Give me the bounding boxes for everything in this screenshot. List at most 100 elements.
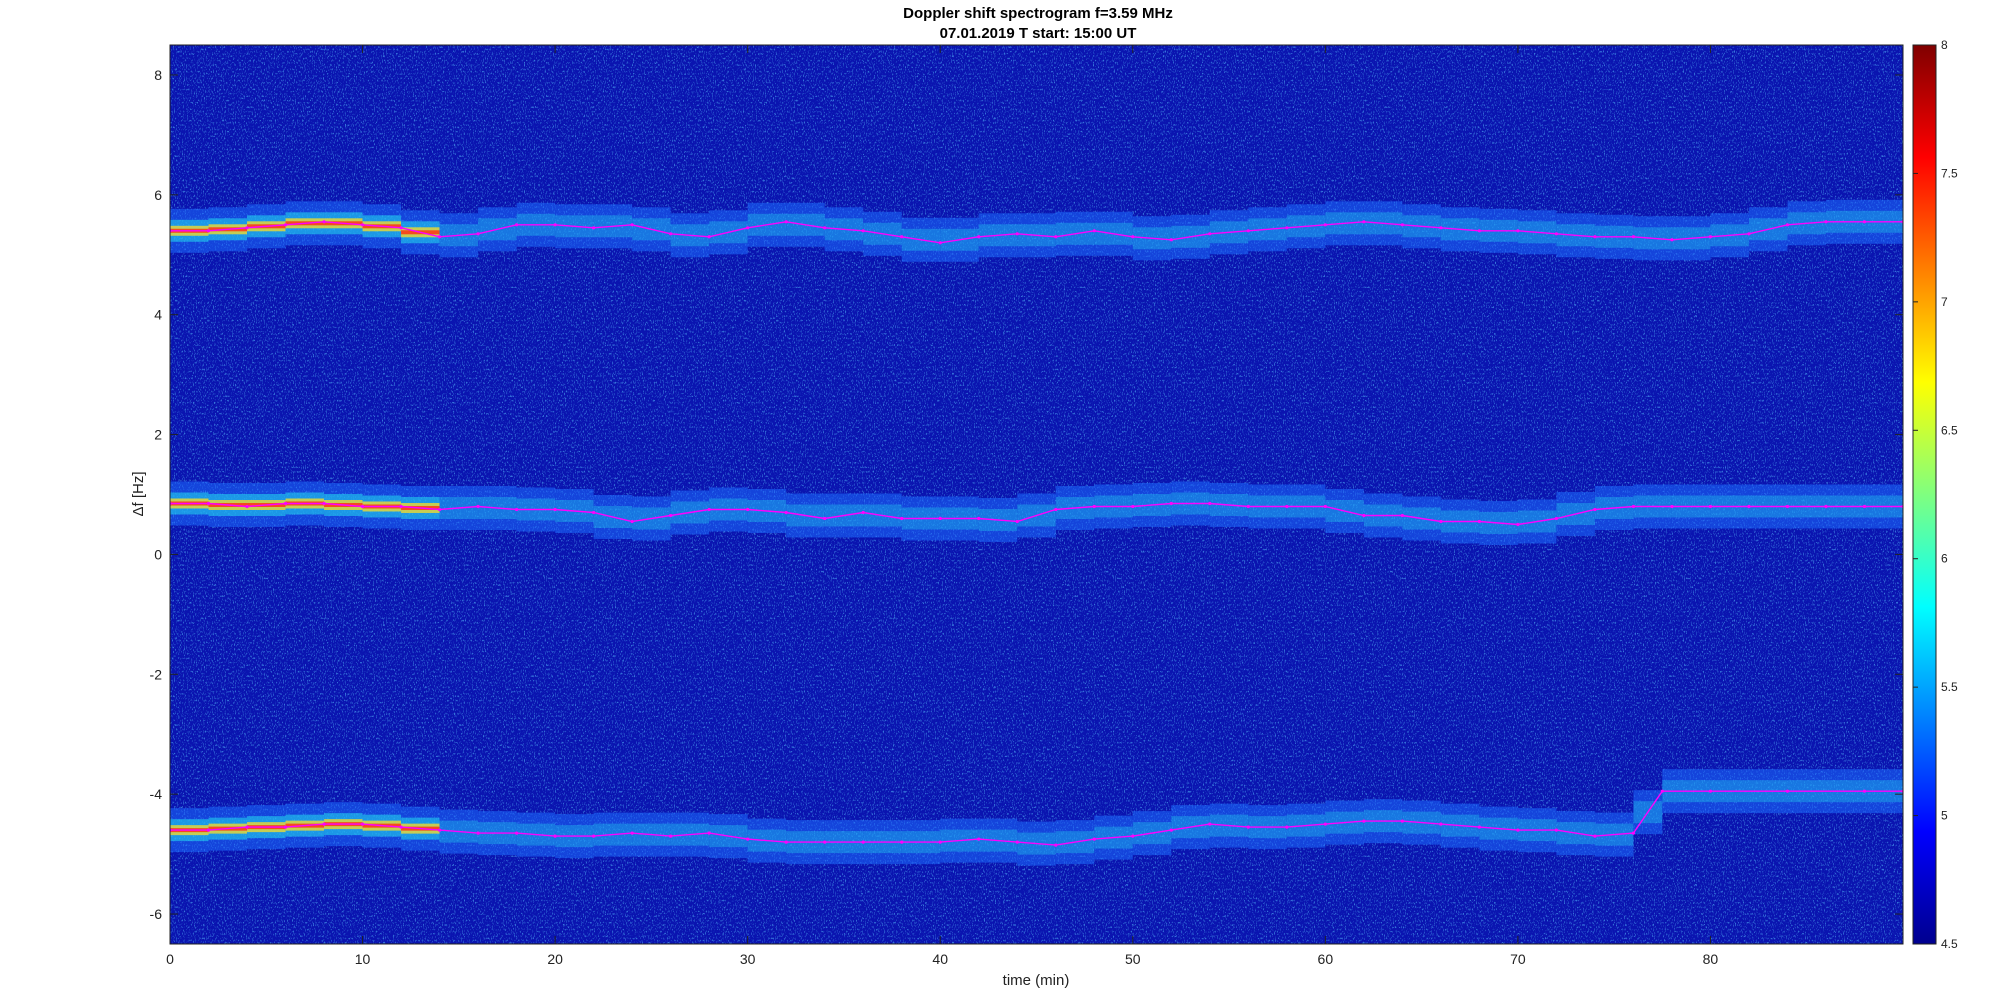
trace-point [1747, 504, 1751, 509]
trace-point [1708, 504, 1713, 509]
colorbar [1912, 44, 1937, 945]
trace-point [630, 519, 634, 524]
trace-point [1660, 789, 1664, 793]
trace-point [1670, 504, 1674, 509]
trace-point [437, 828, 442, 832]
trace-point [1054, 507, 1058, 512]
trace-point [592, 510, 596, 515]
trace-point [1439, 519, 1443, 524]
trace-point [900, 516, 904, 521]
trace-point [206, 828, 211, 832]
trace-point [977, 837, 981, 841]
colorbar-tick-label: 7.5 [1941, 166, 1958, 180]
trace-point [1246, 229, 1250, 233]
trace-point [1708, 235, 1713, 239]
trace-point [1400, 513, 1404, 518]
trace-point [515, 507, 519, 512]
trace-point [1285, 226, 1289, 230]
trace-point [1824, 504, 1828, 509]
trace-point [399, 825, 403, 829]
trace-point [669, 513, 673, 518]
trace-point [1015, 840, 1019, 844]
trace-point [1323, 822, 1327, 826]
trace-point [1554, 516, 1558, 521]
trace-point [515, 831, 519, 835]
trace-point [861, 840, 865, 844]
x-tick-label: 50 [1125, 951, 1141, 967]
x-tick-label: 0 [166, 951, 174, 967]
trace-point [283, 825, 288, 829]
trace-point [784, 220, 788, 224]
trace-point [784, 510, 788, 515]
trace-point [746, 837, 750, 841]
trace-point [1824, 220, 1828, 224]
trace-point [1054, 235, 1058, 239]
trace-point [823, 226, 827, 230]
trace-point [1169, 501, 1173, 506]
trace-point [1400, 819, 1404, 823]
trace-point [900, 840, 904, 844]
trace-point [823, 516, 827, 521]
x-tick-label: 40 [932, 951, 948, 967]
trace-point [1015, 232, 1019, 236]
trace-point [977, 235, 981, 239]
trace-point [1439, 226, 1443, 230]
x-tick-label: 60 [1318, 951, 1334, 967]
trace-point [1131, 235, 1135, 239]
trace-point [1862, 789, 1867, 793]
y-tick-label: -4 [150, 786, 163, 802]
y-tick-label: -2 [150, 666, 163, 682]
x-tick-label: 20 [547, 951, 563, 967]
trace-point [938, 516, 942, 521]
spectrogram-figure: Doppler shift spectrogram f=3.59 MHz 07.… [130, 5, 1958, 989]
trace-point [1593, 235, 1597, 239]
trace-point [1516, 229, 1520, 233]
trace-point [861, 229, 865, 233]
trace-point [1439, 822, 1443, 826]
trace-point [630, 223, 634, 227]
colorbar-tick-label: 5.5 [1941, 680, 1958, 694]
trace-point [322, 501, 326, 506]
trace-point [1785, 223, 1790, 227]
trace-point [746, 507, 750, 512]
x-tick-label: 30 [740, 951, 756, 967]
x-tick-label: 80 [1703, 951, 1719, 967]
trace-point [1593, 507, 1597, 512]
trace-point [938, 241, 942, 245]
trace-point [476, 504, 480, 509]
trace-point [1785, 504, 1790, 509]
trace-point [1400, 223, 1404, 227]
trace-point [1631, 831, 1636, 835]
trace-point [861, 510, 865, 515]
trace-point [1131, 504, 1135, 509]
trace-point [1285, 504, 1289, 509]
trace-point [1516, 522, 1520, 527]
trace-point [707, 831, 711, 835]
trace-point [360, 822, 365, 826]
trace-point [746, 226, 750, 230]
trace-point [900, 235, 904, 239]
trace-point [322, 822, 326, 826]
chart-title: Doppler shift spectrogram f=3.59 MHz [903, 5, 1173, 22]
trace-point [938, 840, 942, 844]
trace-point [1785, 789, 1790, 793]
trace-point [1362, 513, 1366, 518]
chart-subtitle: 07.01.2019 T start: 15:00 UT [940, 25, 1137, 42]
plot-area [170, 45, 1903, 944]
trace-point [1169, 828, 1173, 832]
trace-point [245, 825, 249, 829]
trace-point [707, 507, 711, 512]
y-axis-label: Δf [Hz] [130, 471, 147, 516]
trace-point [283, 223, 288, 227]
trace-point [437, 235, 442, 239]
trace-point [476, 831, 480, 835]
trace-point [1323, 223, 1327, 227]
trace-point [553, 834, 557, 838]
trace-point [1092, 504, 1096, 509]
trace-point [553, 507, 557, 512]
x-axis-label: time (min) [1003, 972, 1070, 989]
trace-point [1670, 238, 1674, 242]
trace-point [206, 229, 211, 233]
x-tick-label: 70 [1510, 951, 1526, 967]
trace-point [476, 232, 480, 236]
